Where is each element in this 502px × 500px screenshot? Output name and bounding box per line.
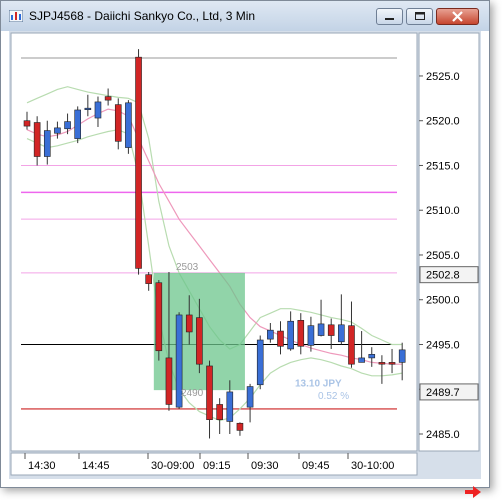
- maximize-icon: [415, 12, 425, 20]
- chart-icon: [9, 10, 23, 22]
- candle[interactable]: [125, 102, 132, 148]
- measure-percent-label: 0.52 %: [318, 391, 349, 402]
- candle[interactable]: [74, 109, 81, 139]
- time-tick-label: 14:30: [28, 460, 56, 472]
- time-tick-label: 30-10:00: [351, 460, 394, 472]
- time-tick-label: 14:45: [82, 460, 110, 472]
- minimize-icon: [385, 18, 394, 20]
- price-tick-label: 2500.0: [426, 295, 460, 307]
- candle[interactable]: [33, 122, 41, 157]
- candle[interactable]: [277, 330, 284, 347]
- close-button[interactable]: [436, 8, 479, 25]
- candle[interactable]: [155, 282, 163, 352]
- candle[interactable]: [317, 323, 325, 336]
- current-price-label: 2502.8: [426, 270, 460, 282]
- candle[interactable]: [23, 120, 31, 127]
- candle[interactable]: [398, 349, 406, 363]
- price-tick-label: 2515.0: [426, 160, 460, 172]
- price-tick-label: 2510.0: [426, 205, 460, 217]
- candle[interactable]: [358, 357, 365, 363]
- chart-window: SJPJ4568 - Daiichi Sankyo Co., Ltd, 3 Mi…: [0, 0, 490, 498]
- candle[interactable]: [84, 107, 92, 110]
- candle[interactable]: [287, 320, 294, 350]
- second-price-label: 2489.7: [426, 387, 460, 399]
- candle[interactable]: [297, 320, 305, 347]
- candle[interactable]: [226, 391, 234, 422]
- chart-frame: 2503249013.10 JPY0.52 % 2485.02490.02495…: [9, 31, 481, 498]
- candle[interactable]: [216, 404, 223, 420]
- candle[interactable]: [64, 121, 71, 130]
- window-title: SJPJ4568 - Daiichi Sankyo Co., Ltd, 3 Mi…: [29, 9, 256, 23]
- candle[interactable]: [196, 317, 203, 365]
- maximize-button[interactable]: [406, 8, 433, 25]
- level-label: 2503: [176, 262, 199, 273]
- time-tick-label: 09:30: [251, 460, 279, 472]
- close-icon: [452, 11, 463, 22]
- price-chart[interactable]: 2503249013.10 JPY0.52 % 2485.02490.02495…: [9, 31, 481, 479]
- candle[interactable]: [43, 130, 51, 157]
- price-tick-label: 2485.0: [426, 429, 460, 441]
- candle[interactable]: [378, 362, 386, 365]
- candle[interactable]: [185, 314, 193, 333]
- candle[interactable]: [327, 324, 335, 336]
- candle[interactable]: [94, 101, 102, 119]
- candle[interactable]: [246, 386, 254, 408]
- box-low-label: 2490: [181, 388, 204, 399]
- candle[interactable]: [267, 329, 274, 340]
- candle[interactable]: [348, 325, 355, 365]
- candle[interactable]: [388, 362, 396, 365]
- minimize-button[interactable]: [376, 8, 403, 25]
- candle[interactable]: [135, 56, 142, 269]
- price-tick-label: 2520.0: [426, 116, 460, 128]
- title-bar[interactable]: SJPJ4568 - Daiichi Sankyo Co., Ltd, 3 Mi…: [1, 1, 489, 31]
- price-tick-label: 2495.0: [426, 339, 460, 351]
- price-tick-label: 2525.0: [426, 71, 460, 83]
- time-tick-label: 09:45: [302, 460, 330, 472]
- candle[interactable]: [307, 325, 315, 346]
- candle[interactable]: [338, 324, 345, 343]
- candle[interactable]: [145, 274, 152, 284]
- candle[interactable]: [54, 127, 61, 134]
- candle[interactable]: [256, 339, 264, 386]
- candle[interactable]: [165, 357, 173, 405]
- candle[interactable]: [368, 354, 376, 359]
- candle[interactable]: [206, 365, 213, 420]
- time-tick-label: 30-09:00: [151, 460, 194, 472]
- price-tick-label: 2505.0: [426, 250, 460, 262]
- candle[interactable]: [114, 104, 122, 142]
- arrow-right-icon[interactable]: [465, 486, 481, 498]
- time-tick-label: 09:15: [203, 460, 231, 472]
- measure-value-label: 13.10 JPY: [295, 379, 342, 390]
- candle[interactable]: [104, 96, 112, 101]
- candle[interactable]: [236, 422, 244, 431]
